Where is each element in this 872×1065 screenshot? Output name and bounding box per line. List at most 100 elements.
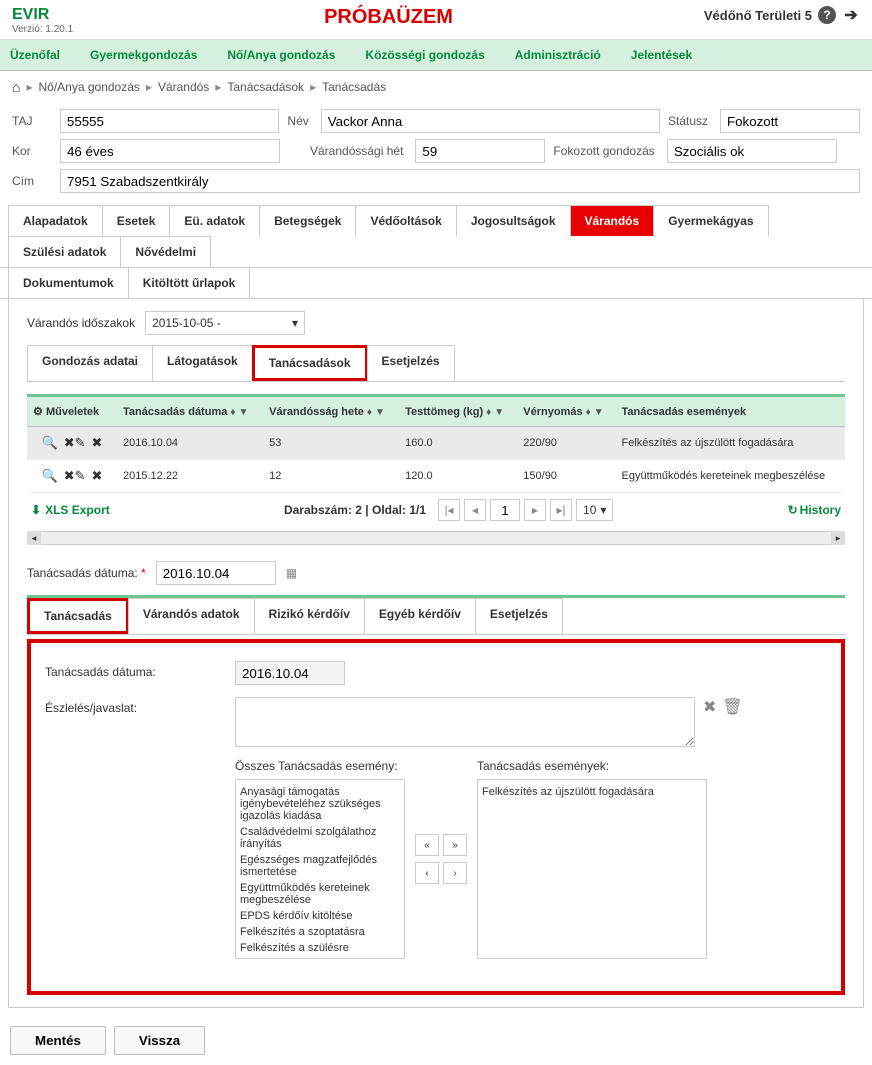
sort-icon[interactable]: ♦ <box>486 407 491 418</box>
list-item[interactable]: Együttműködés kereteinek megbeszélése <box>240 880 400 908</box>
table-row[interactable]: 🔍✖✎✖ 2016.10.04 53 160.0 220/90 Felkészí… <box>27 427 845 460</box>
search-icon[interactable]: 🔍 <box>42 435 58 451</box>
form-obs-textarea[interactable] <box>235 697 695 747</box>
taj-label: TAJ <box>12 114 52 128</box>
list-item[interactable]: Felkészítés az újszülött fogadására <box>482 784 702 800</box>
list-item[interactable]: Egészséges magzatfejlődés ismertetése <box>240 852 400 880</box>
gear-icon[interactable]: ⚙ <box>33 406 43 418</box>
filter-icon[interactable]: ▼ <box>375 407 385 418</box>
app-version: Verzió: 1.20.1 <box>12 24 73 35</box>
delete-icon[interactable]: ✖ <box>92 435 103 451</box>
move-all-left-button[interactable]: « <box>415 834 439 856</box>
dtab-riziko[interactable]: Rizikó kérdőív <box>254 598 365 634</box>
dtab-esetjelzes[interactable]: Esetjelzés <box>475 598 563 634</box>
logout-icon[interactable]: ➔ <box>842 6 860 24</box>
filter-icon[interactable]: ▼ <box>594 407 604 418</box>
pager-page-input[interactable] <box>490 499 520 521</box>
tab-varandos[interactable]: Várandós <box>570 205 655 236</box>
form-date-label: Tanácsadás dátuma: <box>45 661 235 679</box>
nav-kozossegi[interactable]: Közösségi gondozás <box>365 48 484 62</box>
tools-icon[interactable]: ✖✎ <box>64 468 86 484</box>
history-button[interactable]: ↻ History <box>788 503 841 517</box>
move-left-button[interactable]: ‹ <box>415 862 439 884</box>
status-field[interactable] <box>720 109 860 133</box>
count-text: Darabszám: 2 | Oldal: 1/1 <box>284 503 426 517</box>
nav-admin[interactable]: Adminisztráció <box>515 48 601 62</box>
list-item[interactable]: Anyasági támogatás igénybevételéhez szük… <box>240 784 400 824</box>
horizontal-scrollbar[interactable]: ◂ ▸ <box>27 531 845 545</box>
sort-icon[interactable]: ♦ <box>586 407 591 418</box>
breadcrumb-item[interactable]: Tanácsadások <box>227 80 304 94</box>
tab-szulesi[interactable]: Szülési adatok <box>8 236 121 267</box>
home-icon[interactable]: ⌂ <box>12 79 20 95</box>
dtab-tanacsadas[interactable]: Tanácsadás <box>27 598 129 634</box>
pager-prev-icon[interactable]: ◂ <box>464 499 486 521</box>
subtab-esetjelzes[interactable]: Esetjelzés <box>367 345 455 381</box>
breadcrumb-item[interactable]: Nő/Anya gondozás <box>39 80 140 94</box>
filter-icon[interactable]: ▼ <box>494 407 504 418</box>
filter-icon[interactable]: ▼ <box>238 407 248 418</box>
pager-first-icon[interactable]: |◂ <box>438 499 460 521</box>
nav-uzenofal[interactable]: Üzenőfal <box>10 48 60 62</box>
app-name: EVIR <box>12 6 73 24</box>
list-item[interactable]: Felkészítés a szoptatásra <box>240 924 400 940</box>
breadcrumb-item[interactable]: Várandós <box>158 80 209 94</box>
search-icon[interactable]: 🔍 <box>42 468 58 484</box>
nav-gyermek[interactable]: Gyermekgondozás <box>90 48 197 62</box>
sort-icon[interactable]: ♦ <box>230 407 235 418</box>
gondozas-field[interactable] <box>667 139 837 163</box>
tab-dokumentumok[interactable]: Dokumentumok <box>8 267 129 298</box>
subtab-gondozas[interactable]: Gondozás adatai <box>27 345 153 381</box>
detail-tabs: Tanácsadás Várandós adatok Rizikó kérdőí… <box>27 595 845 635</box>
calendar-icon[interactable]: ▦ <box>286 566 297 580</box>
move-right-button[interactable]: › <box>443 862 467 884</box>
list-item[interactable]: Családvédelmi szolgálathoz irányítás <box>240 824 400 852</box>
scroll-left-icon[interactable]: ◂ <box>27 531 41 545</box>
breadcrumb: ⌂ ▸ Nő/Anya gondozás ▸ Várandós ▸ Tanács… <box>0 71 872 103</box>
list-item[interactable]: EPDS kérdőív kitöltése <box>240 908 400 924</box>
list-item[interactable]: Felkészítés a szülésre <box>240 940 400 956</box>
nev-label: Név <box>287 114 312 128</box>
tab-euadatok[interactable]: Eü. adatok <box>169 205 260 236</box>
cim-field[interactable] <box>60 169 860 193</box>
clear-icon[interactable]: ✖ <box>703 697 716 717</box>
subtab-tanacsadasok[interactable]: Tanácsadások <box>252 345 368 381</box>
tab-gyermekagyas[interactable]: Gyermekágyas <box>653 205 768 236</box>
xls-export-button[interactable]: ⬇ XLS Export <box>31 503 110 517</box>
pager-next-icon[interactable]: ▸ <box>524 499 546 521</box>
tab-jogosultsagok[interactable]: Jogosultságok <box>456 205 571 236</box>
dtab-egyeb[interactable]: Egyéb kérdőív <box>364 598 476 634</box>
archive-icon[interactable]: 🗑 <box>722 697 742 717</box>
all-events-label: Összes Tanácsadás esemény: <box>235 759 405 773</box>
cim-label: Cím <box>12 174 52 188</box>
sel-events-listbox[interactable]: Felkészítés az újszülött fogadására <box>477 779 707 959</box>
taj-field[interactable] <box>60 109 280 133</box>
tab-vedooltasok[interactable]: Védőoltások <box>355 205 456 236</box>
het-field[interactable] <box>415 139 545 163</box>
page-size-select[interactable]: 10 ▾ <box>576 499 613 521</box>
tab-betegsegek[interactable]: Betegségek <box>259 205 356 236</box>
all-events-listbox[interactable]: Anyasági támogatás igénybevételéhez szük… <box>235 779 405 959</box>
back-button[interactable]: Vissza <box>114 1026 205 1055</box>
kor-field[interactable] <box>60 139 280 163</box>
period-select[interactable]: 2015-10-05 - ▾ <box>145 311 305 335</box>
nav-jelentesek[interactable]: Jelentések <box>631 48 692 62</box>
save-button[interactable]: Mentés <box>10 1026 106 1055</box>
tools-icon[interactable]: ✖✎ <box>64 435 86 451</box>
table-row[interactable]: 🔍✖✎✖ 2015.12.22 12 120.0 150/90 Együttmű… <box>27 460 845 493</box>
tab-urlapok[interactable]: Kitöltött űrlapok <box>128 267 251 298</box>
tab-alapadatok[interactable]: Alapadatok <box>8 205 103 236</box>
delete-icon[interactable]: ✖ <box>92 468 103 484</box>
pager-last-icon[interactable]: ▸| <box>550 499 572 521</box>
sort-icon[interactable]: ♦ <box>367 407 372 418</box>
nav-noanya[interactable]: Nő/Anya gondozás <box>227 48 335 62</box>
subtab-latogatasok[interactable]: Látogatások <box>152 345 253 381</box>
move-all-right-button[interactable]: » <box>443 834 467 856</box>
detail-date-input[interactable] <box>156 561 276 585</box>
scroll-right-icon[interactable]: ▸ <box>831 531 845 545</box>
help-icon[interactable]: ? <box>818 6 836 24</box>
tab-novedelmi[interactable]: Nővédelmi <box>120 236 211 267</box>
dtab-varandos[interactable]: Várandós adatok <box>128 598 255 634</box>
tab-esetek[interactable]: Esetek <box>102 205 171 236</box>
nev-field[interactable] <box>321 109 660 133</box>
